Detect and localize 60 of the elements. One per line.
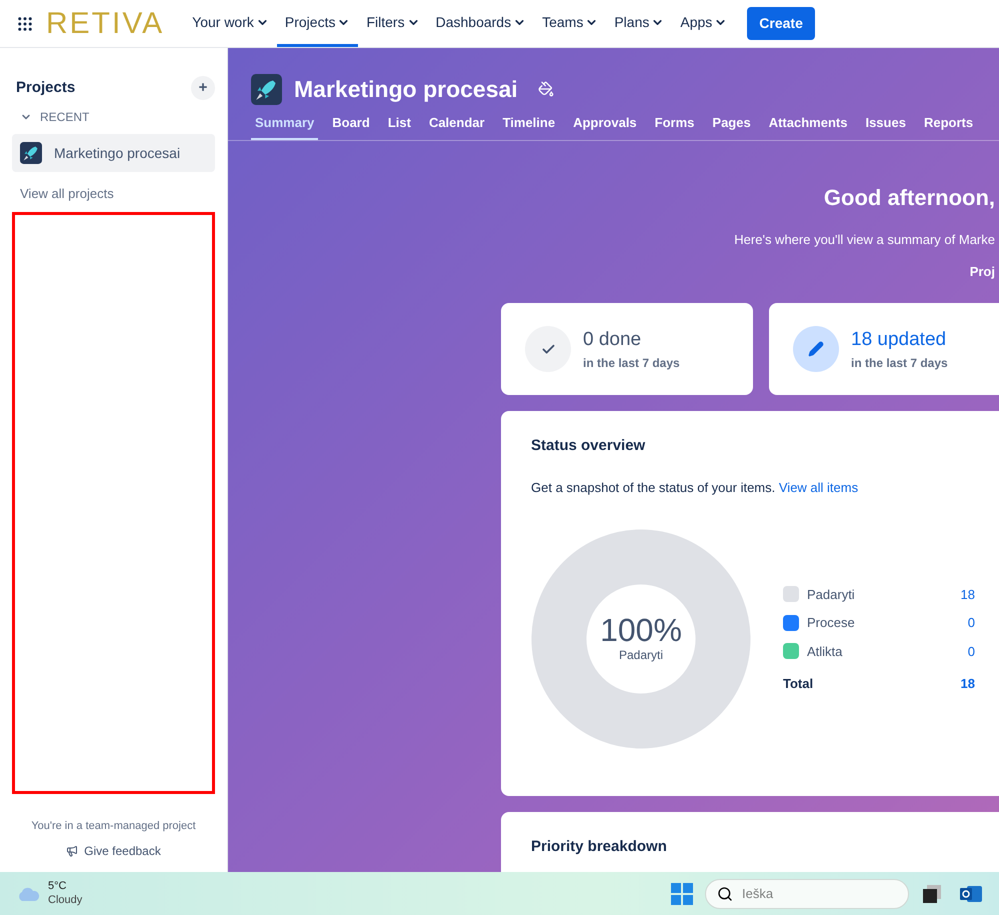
nav-menu[interactable]: Teams: [534, 0, 606, 47]
stat-value: 18 updated: [851, 328, 948, 352]
project-title: Marketingo procesai: [294, 75, 518, 104]
view-all-projects-link[interactable]: View all projects: [12, 184, 215, 204]
legend-label: Atlikta: [807, 642, 844, 660]
summary-description: Here's where you'll view a summary of Marke: [734, 231, 995, 249]
section-label: RECENT: [40, 109, 90, 126]
nav-menu[interactable]: Apps: [672, 0, 736, 47]
windows-start-icon[interactable]: [671, 882, 693, 904]
stat-value: 0 done: [583, 328, 642, 352]
give-feedback-button[interactable]: Give feedback: [66, 842, 161, 860]
project-tab[interactable]: Board: [328, 112, 374, 140]
project-tab[interactable]: Approvals: [569, 112, 641, 140]
nav-menu[interactable]: Your work: [184, 0, 277, 47]
legend-count[interactable]: 0: [968, 613, 975, 632]
sidebar-title: Projects: [15, 78, 76, 98]
megaphone-icon: [66, 845, 78, 857]
cloud-icon: [16, 886, 40, 902]
project-tab[interactable]: Pages: [708, 112, 755, 140]
greeting: Good afternoon,: [824, 184, 995, 212]
temperature: 5°C: [48, 880, 68, 894]
project-tab[interactable]: Forms: [650, 112, 698, 140]
legend-count[interactable]: 18: [960, 584, 975, 604]
rocket-icon: [251, 74, 282, 105]
view-all-items-link[interactable]: View all items: [778, 480, 858, 494]
card-title: Status overview: [531, 436, 646, 456]
project-tab[interactable]: Summary: [251, 112, 318, 140]
pencil-icon: [808, 341, 824, 357]
create-button[interactable]: Create: [747, 7, 815, 40]
donut-label: Padaryti: [618, 647, 664, 664]
card-description: Get a snapshot of the status of your items. View all items: [531, 478, 860, 497]
task-view-icon[interactable]: [921, 882, 943, 904]
donut-percentage: 100%: [600, 614, 682, 646]
search-icon: [717, 886, 733, 902]
weather-label: Cloudy: [48, 894, 82, 908]
legend-label: Padaryti: [807, 586, 856, 604]
project-tab[interactable]: Attachments: [764, 112, 852, 140]
legend-count[interactable]: 0: [968, 642, 975, 661]
nav-menu[interactable]: Filters: [358, 0, 428, 47]
add-project-button[interactable]: +: [191, 76, 215, 100]
stat-caption: in the last 7 days: [583, 355, 680, 372]
project-tab[interactable]: Calendar: [424, 112, 489, 140]
nav-menu[interactable]: Dashboards: [428, 0, 534, 47]
project-tab[interactable]: Reports: [920, 112, 978, 140]
project-tab[interactable]: Issues: [861, 112, 910, 140]
project-item[interactable]: Marketingo procesai: [12, 134, 215, 172]
project-tab[interactable]: List: [384, 112, 415, 140]
card-title: Priority breakdown: [531, 837, 668, 857]
app-switcher-icon[interactable]: [16, 14, 34, 32]
paint-bucket-icon[interactable]: [538, 81, 554, 98]
project-tab[interactable]: Timeline: [498, 112, 560, 140]
total-label: Total: [783, 675, 814, 693]
legend-label: Procese: [807, 614, 856, 632]
taskbar-search-field[interactable]: Ieška: [705, 878, 909, 908]
hero-text: Proj: [970, 262, 995, 281]
stat-caption: in the last 7 days: [851, 355, 948, 372]
rocket-icon: [20, 142, 42, 164]
footer-note: You're in a team-managed project: [30, 818, 197, 834]
nav-menu[interactable]: Plans: [606, 0, 672, 47]
total-count[interactable]: 18: [960, 674, 975, 694]
